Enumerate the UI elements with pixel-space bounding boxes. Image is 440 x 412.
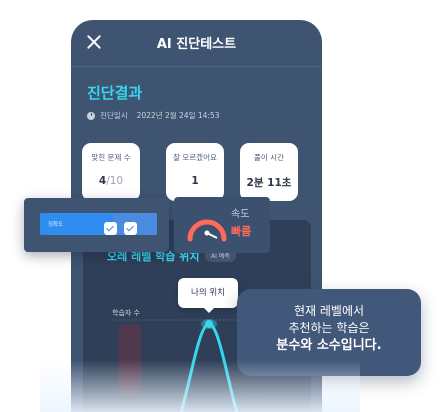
speed-card: 속도 빠름	[174, 197, 270, 253]
speed-label: 속도	[231, 209, 250, 220]
date-row: 진단일시 2022년 2월 24일 14:53	[87, 110, 219, 121]
accuracy-label: 정확도	[48, 222, 64, 228]
accuracy-card: 정확도	[24, 198, 169, 252]
stat-label: 잘 모르겠어요	[173, 153, 217, 162]
stat-card-time: 풀이 시간 2분 11초	[240, 143, 298, 201]
stat-label: 맞힌 문제 수	[91, 153, 131, 162]
stat-suffix: /10	[106, 175, 124, 187]
recommendation-line: 분수와 소수입니다.	[276, 338, 382, 353]
result-title: 진단결과	[87, 84, 143, 102]
top-bar: AI 진단테스트	[71, 20, 322, 64]
stat-value: 2분 11초	[240, 175, 298, 190]
stat-value: 4/10	[82, 175, 140, 187]
stat-value: 1	[166, 175, 224, 187]
stat-card-correct: 맞힌 문제 수 4/10	[82, 143, 140, 201]
header-divider	[71, 66, 322, 67]
page-title: AI 진단테스트	[156, 37, 237, 52]
checkbox-icon[interactable]	[124, 222, 137, 235]
recommendation-line: 추천하는 학습은	[288, 321, 370, 335]
stat-card-unsure: 잘 모르겠어요 1	[166, 143, 224, 201]
stat-number: 1	[191, 175, 199, 187]
recommendation-line: 현재 레벨에서	[293, 304, 365, 318]
bottom-glow	[40, 360, 360, 412]
speed-value: 빠름	[231, 225, 252, 238]
stat-number: 2분 11초	[246, 177, 292, 189]
speed-gauge-icon	[187, 219, 227, 242]
my-position-label: 나의 위치	[178, 278, 238, 313]
date-label: 진단일시	[100, 111, 128, 120]
date-value: 2022년 2월 24일 14:53	[136, 111, 220, 120]
stat-label: 풀이 시간	[254, 153, 284, 162]
clock-icon	[87, 111, 95, 120]
checkbox-icon[interactable]	[104, 222, 117, 235]
accuracy-track: 정확도	[40, 213, 157, 235]
